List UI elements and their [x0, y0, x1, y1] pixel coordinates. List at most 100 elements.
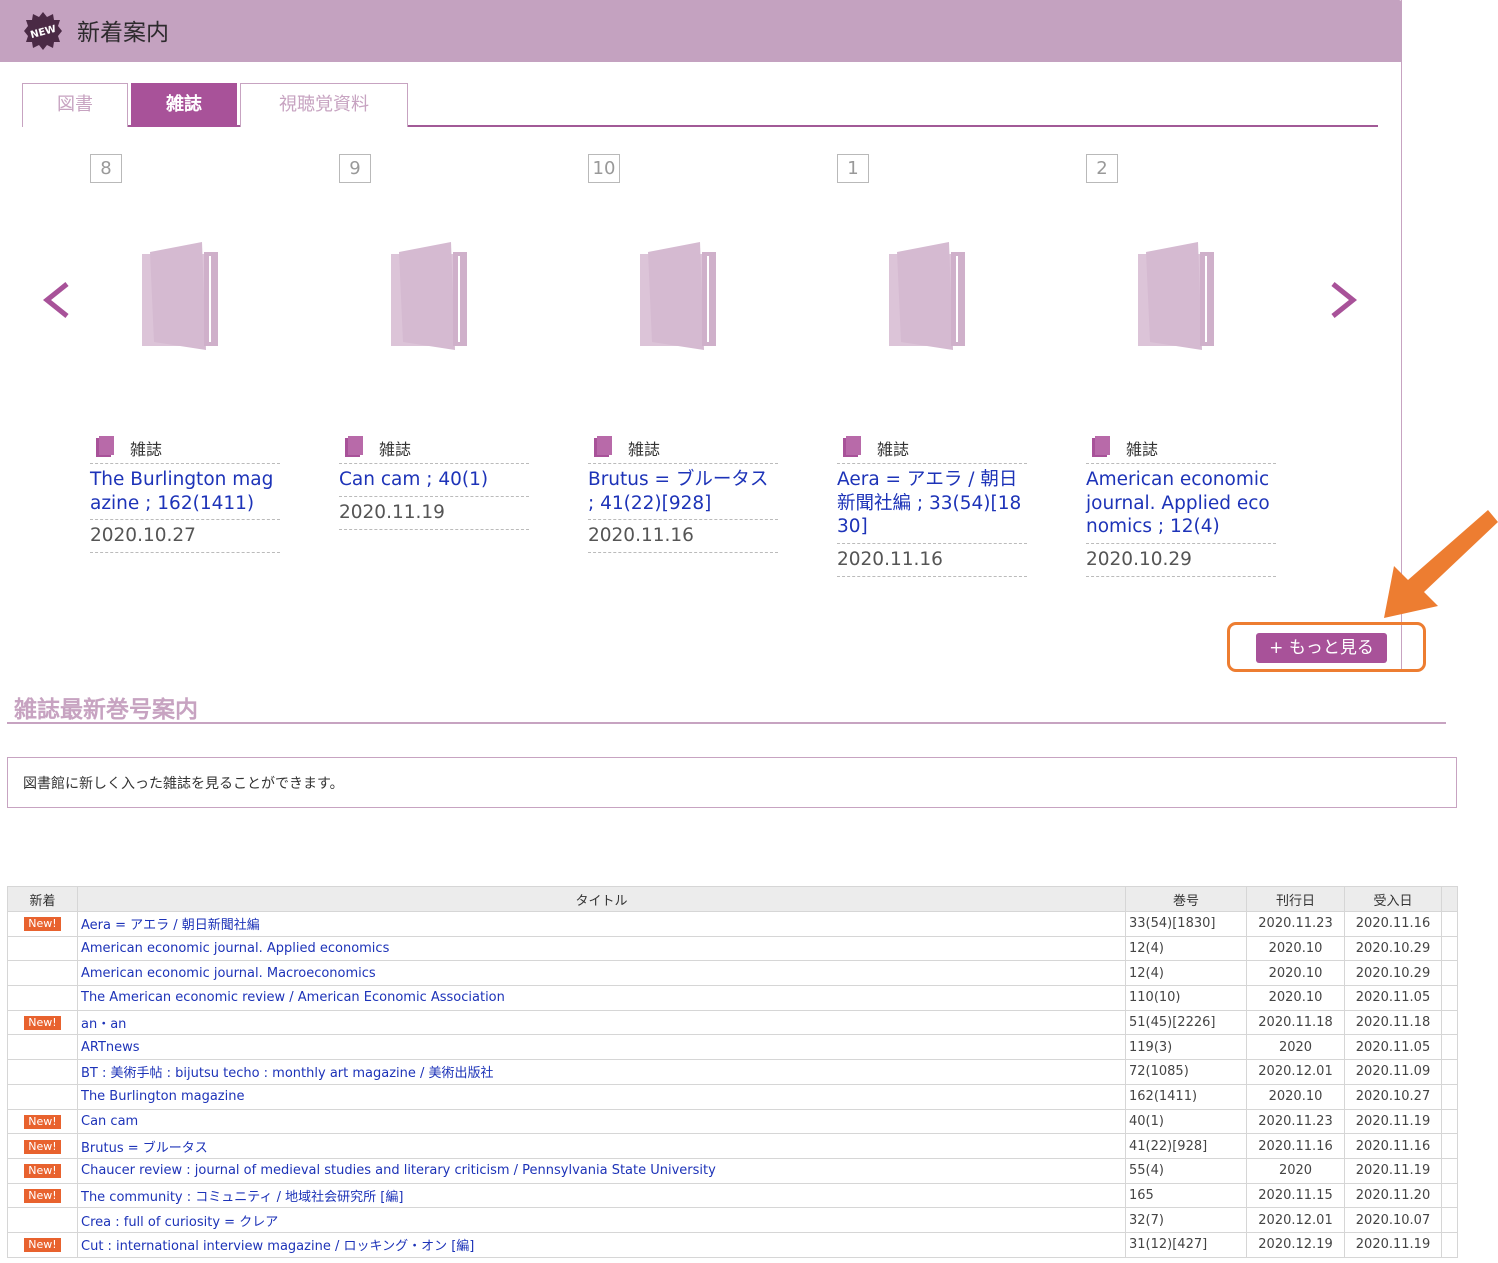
table-row: The Burlington magazine 162(1411) 2020.10 2… [7, 1083, 1458, 1110]
published-cell: 2020.10 [1246, 935, 1345, 962]
new-cell: New! [7, 1231, 78, 1258]
more-button-highlight: + もっと見る [1227, 622, 1426, 672]
volume-cell: 12(4) [1125, 935, 1247, 962]
magazine-title-link[interactable]: Aera = アエラ / 朝日新聞社編 [81, 918, 260, 933]
table-row: The American economic review / American … [7, 985, 1458, 1011]
extra-cell [1441, 935, 1458, 962]
received-cell: 2020.11.09 [1344, 1059, 1442, 1085]
magazine-title-link[interactable]: Cut : international interview magazine /… [81, 1239, 474, 1254]
title-cell: ARTnews [77, 1034, 1126, 1061]
header-received: 受入日 [1344, 886, 1442, 912]
volume-cell: 33(54)[1830] [1125, 911, 1247, 937]
volume-cell: 41(22)[928] [1125, 1133, 1247, 1159]
header-title: タイトル [77, 886, 1126, 912]
magazine-title-link[interactable]: Can cam [81, 1114, 138, 1129]
extra-cell [1441, 1083, 1458, 1110]
table-row: New! Cut : international interview magazi… [7, 1231, 1458, 1258]
chevron-left-icon[interactable] [37, 270, 77, 330]
published-cell: 2020.11.23 [1246, 911, 1345, 937]
magazine-title-link[interactable]: Chaucer review : journal of medieval stu… [81, 1163, 716, 1178]
item-title-link[interactable]: Aera = アエラ / 朝日新聞社編 ; 33(54)[1830] [837, 464, 1027, 544]
type-row: 雑誌 [588, 430, 778, 464]
table-row: New! an・an 51(45)[2226] 2020.11.18 2020.11.1… [7, 1009, 1458, 1036]
item-title-link[interactable]: Can cam ; 40(1) [339, 464, 529, 497]
magazine-title-link[interactable]: The American economic review / American … [81, 990, 505, 1005]
item-title-link[interactable]: The Burlington magazine ; 162(1411) [90, 464, 280, 520]
published-cell: 2020 [1246, 1034, 1345, 1061]
book-cover-placeholder-icon[interactable] [638, 242, 728, 352]
table-row: New! The community : コミュニティ / 地域社会研究所 [編]… [7, 1182, 1458, 1209]
new-tag: New! [24, 1016, 61, 1031]
extra-cell [1441, 1157, 1458, 1184]
volume-cell: 40(1) [1125, 1108, 1247, 1135]
volume-cell: 12(4) [1125, 960, 1247, 987]
extra-cell [1441, 1207, 1458, 1233]
magazine-title-link[interactable]: American economic journal. Macroeconomic… [81, 966, 376, 981]
section-divider [7, 722, 1446, 724]
published-cell: 2020.11.15 [1246, 1182, 1345, 1209]
magazine-title-link[interactable]: Brutus = ブルータス [81, 1141, 208, 1156]
magazine-title-link[interactable]: Crea : full of curiosity = クレア [81, 1215, 278, 1230]
new-tag: New! [24, 1238, 61, 1253]
table-row: American economic journal. Macroeconomic… [7, 960, 1458, 987]
volume-cell: 55(4) [1125, 1157, 1247, 1184]
table-row: New! Chaucer review : journal of medieval… [7, 1157, 1458, 1184]
received-cell: 2020.11.19 [1344, 1157, 1442, 1184]
item-title-link[interactable]: American economic journal. Applied econo… [1086, 464, 1276, 544]
magazine-title-link[interactable]: an・an [81, 1017, 126, 1032]
item-date: 2020.10.27 [90, 520, 280, 553]
book-cover-placeholder-icon[interactable] [1136, 242, 1226, 352]
tab-audiovisual[interactable]: 視聴覚資料 [240, 83, 408, 127]
magazine-title-link[interactable]: The community : コミュニティ / 地域社会研究所 [編] [81, 1190, 403, 1205]
new-tag: New! [24, 1188, 61, 1203]
magazine-title-link[interactable]: American economic journal. Applied econo… [81, 941, 389, 956]
received-cell: 2020.11.19 [1344, 1231, 1442, 1258]
type-label: 雑誌 [877, 440, 910, 459]
type-row: 雑誌 [339, 430, 529, 464]
volume-cell: 32(7) [1125, 1207, 1247, 1233]
panel-title: 新着案内 [77, 20, 169, 46]
book-cover-placeholder-icon[interactable] [887, 242, 977, 352]
tab-books[interactable]: 図書 [22, 83, 128, 127]
more-button[interactable]: + もっと見る [1256, 633, 1387, 663]
section-title: 雑誌最新巻号案内 [14, 697, 198, 723]
published-cell: 2020.11.23 [1246, 1108, 1345, 1135]
latest-issues-table: 新着 タイトル 巻号 刊行日 受入日 New! Aera = アエラ / 朝日新聞… [7, 886, 1458, 1258]
new-cell [7, 1059, 78, 1085]
header-published: 刊行日 [1246, 886, 1345, 912]
new-cell: New! [7, 1157, 78, 1184]
new-cell [7, 960, 78, 987]
tab-magazines[interactable]: 雑誌 [131, 83, 237, 127]
received-cell: 2020.11.20 [1344, 1182, 1442, 1209]
magazine-icon [594, 436, 612, 457]
title-cell: American economic journal. Macroeconomic… [77, 960, 1126, 987]
magazine-title-link[interactable]: ARTnews [81, 1040, 140, 1055]
new-cell [7, 1083, 78, 1110]
extra-cell [1441, 1059, 1458, 1085]
new-cell: New! [7, 1108, 78, 1135]
book-cover-placeholder-icon[interactable] [140, 242, 230, 352]
magazine-title-link[interactable]: BT : 美術手帖 : bijutsu techo : monthly art … [81, 1066, 494, 1081]
rank-number: 10 [588, 154, 620, 183]
received-cell: 2020.11.19 [1344, 1108, 1442, 1135]
published-cell: 2020.10 [1246, 985, 1345, 1011]
item-date: 2020.11.19 [339, 497, 529, 530]
table-body: New! Aera = アエラ / 朝日新聞社編 33(54)[1830] 2020.… [7, 911, 1458, 1258]
rank-number: 8 [90, 154, 122, 183]
magazine-title-link[interactable]: The Burlington magazine [81, 1089, 244, 1104]
published-cell: 2020.11.18 [1246, 1009, 1345, 1036]
received-cell: 2020.10.27 [1344, 1083, 1442, 1110]
title-cell: Cut : international interview magazine /… [77, 1231, 1126, 1258]
book-cover-placeholder-icon[interactable] [389, 242, 479, 352]
magazine-icon [345, 436, 363, 457]
published-cell: 2020.10 [1246, 1083, 1345, 1110]
item-date: 2020.11.16 [837, 544, 1027, 577]
new-tag: New! [24, 917, 61, 932]
description-text: 図書館に新しく入った雑誌を見ることができます。 [23, 776, 344, 792]
rank-number: 2 [1086, 154, 1118, 183]
title-cell: Chaucer review : journal of medieval stu… [77, 1157, 1126, 1184]
header-extra [1441, 886, 1458, 912]
chevron-right-icon[interactable] [1323, 270, 1363, 330]
item-title-link[interactable]: Brutus = ブルータス ; 41(22)[928] [588, 464, 778, 520]
table-row: New! Can cam 40(1) 2020.11.23 2020.11.19 [7, 1108, 1458, 1135]
